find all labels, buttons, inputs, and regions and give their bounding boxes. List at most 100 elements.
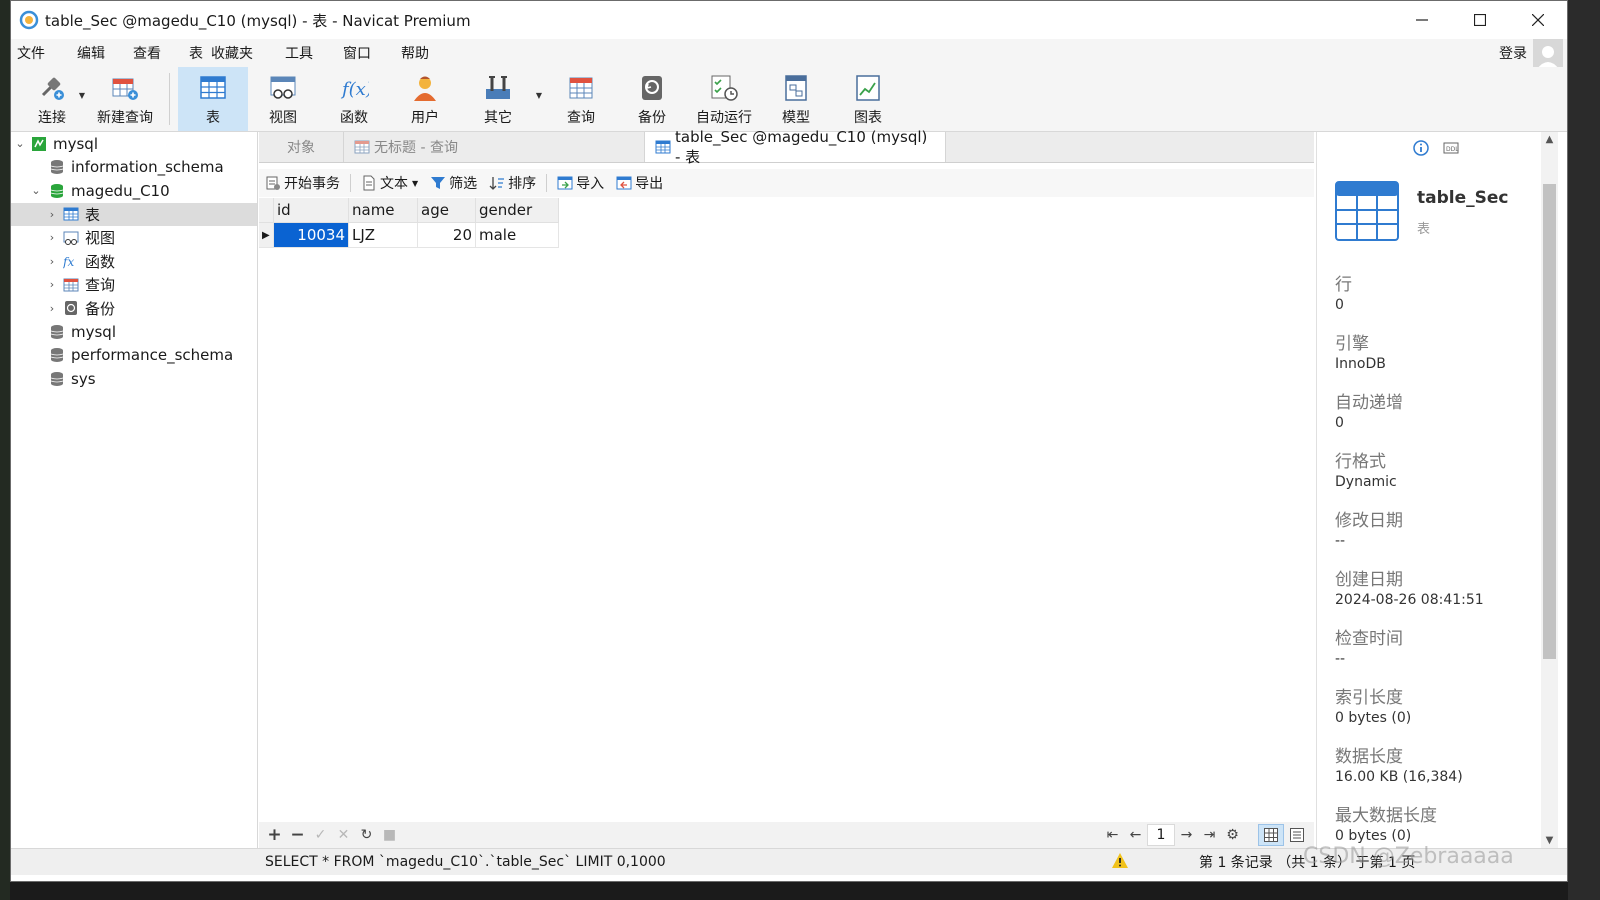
tree-item-functions[interactable]: › fx 函数 [11,250,257,274]
menu-table[interactable]: 表 [175,43,207,63]
toolbar-connection-button[interactable]: 连接 ▼ [25,67,85,131]
warning-icon[interactable] [1111,852,1129,870]
menu-edit[interactable]: 编辑 [59,43,119,63]
menu-favorites[interactable]: 收藏夹 [207,43,267,63]
chevron-right-icon[interactable]: › [45,278,59,291]
dropdown-arrow-icon[interactable]: ▼ [536,91,542,100]
info-panel-scrollbar[interactable]: ▲ ▼ [1541,132,1558,848]
backup-icon [642,76,662,100]
database-icon [50,160,64,175]
toolbar-others-button[interactable]: 其它 ▼ [460,67,542,131]
toolbar-function-button[interactable]: f(x) 函数 [318,67,390,131]
cell-id[interactable]: 10034 [273,222,349,248]
avatar[interactable] [1533,39,1563,69]
close-icon [1532,14,1544,26]
chevron-right-icon[interactable]: › [45,255,59,268]
tree-db-performance-schema[interactable]: performance_schema [11,344,257,368]
toolbar-automation-button[interactable]: 自动运行 [688,67,760,131]
apply-changes-button[interactable]: ✓ [309,827,332,843]
menu-file[interactable]: 文件 [11,43,59,63]
tree-connection-mysql[interactable]: ⌄ mysql [11,132,257,156]
tab-table-sec[interactable]: table_Sec @magedu_C10 (mysql) - 表 [645,128,946,166]
login-link[interactable]: 登录 [1499,43,1527,63]
chevron-down-icon[interactable]: ⌄ [13,137,27,150]
menu-window[interactable]: 窗口 [327,43,385,63]
toolbar-chart-button[interactable]: 图表 [832,67,904,131]
menu-view[interactable]: 查看 [119,43,175,63]
cell-gender[interactable]: male [475,222,559,248]
tree-db-magedu[interactable]: ⌄ magedu_C10 [11,179,257,203]
property-value: Dynamic [1335,474,1397,490]
tree-db-sys[interactable]: sys [11,367,257,391]
chevron-right-icon[interactable]: › [45,231,59,244]
cell-age[interactable]: 20 [417,222,476,248]
grid-view-button[interactable] [1258,824,1284,846]
tree-db-mysql[interactable]: mysql [11,320,257,344]
begin-transaction-button[interactable]: 开始事务 [259,173,346,193]
tab-objects[interactable]: 对象 [259,132,344,162]
property-label: 最大数据长度 [1335,806,1437,826]
tree-item-queries[interactable]: › 查询 [11,273,257,297]
discard-changes-button[interactable]: ✕ [332,827,355,843]
toolbar-table-button[interactable]: 表 [178,67,248,131]
column-header-id[interactable]: id [273,198,349,223]
previous-page-button[interactable]: ← [1124,827,1147,843]
form-view-button[interactable] [1284,824,1310,846]
tree-label: 函数 [85,252,116,271]
menu-tools[interactable]: 工具 [267,43,327,63]
toolbar-new-query-button[interactable]: 新建查询 [89,67,161,131]
last-page-button[interactable]: ⇥ [1198,827,1221,843]
column-header-age[interactable]: age [417,198,476,223]
stop-button[interactable]: ■ [378,827,401,843]
toolbar-view-button[interactable]: 视图 [248,67,318,131]
ddl-icon[interactable]: DDL [1443,140,1459,156]
page-number-field[interactable]: 1 [1147,824,1175,846]
next-page-button[interactable]: → [1175,827,1198,843]
toolbar-label: 表 [206,110,220,126]
dropdown-arrow-icon[interactable]: ▼ [412,179,418,188]
dropdown-arrow-icon[interactable]: ▼ [79,91,85,100]
chevron-down-icon[interactable]: ⌄ [29,184,43,197]
scroll-down-arrow-icon[interactable]: ▼ [1541,835,1558,846]
filter-button[interactable]: 筛选 [424,173,483,193]
table-row[interactable]: ▶ 10034 LJZ 20 male [259,222,559,248]
tree-db-information-schema[interactable]: information_schema [11,156,257,180]
first-page-button[interactable]: ⇤ [1101,827,1124,843]
maximize-button[interactable] [1451,1,1509,39]
menu-help[interactable]: 帮助 [385,43,443,63]
info-icon[interactable] [1413,140,1429,156]
data-grid: id name age gender ▶ 10034 LJZ 20 male [259,198,559,248]
export-button[interactable]: 导出 [610,173,669,193]
scrollbar-thumb[interactable] [1543,184,1556,659]
property-value: 16.00 KB (16,384) [1335,769,1463,785]
tab-untitled-query[interactable]: 无标题 - 查询 [344,132,645,162]
toolbar-query-button[interactable]: 查询 [546,67,616,131]
toolbar-user-button[interactable]: 用户 [390,67,460,131]
desktop-background [0,0,10,900]
sort-button[interactable]: 排序 [483,173,542,193]
delete-record-button[interactable]: − [286,825,309,845]
add-record-button[interactable]: + [263,825,286,845]
chevron-right-icon[interactable]: › [45,208,59,221]
property-value: 0 bytes (0) [1335,828,1412,844]
close-button[interactable] [1509,1,1567,39]
toolbar-backup-button[interactable]: 备份 [616,67,688,131]
tree-item-backups[interactable]: › 备份 [11,297,257,321]
import-button[interactable]: 导入 [551,173,610,193]
tree-item-tables[interactable]: › 表 [11,202,257,226]
refresh-button[interactable]: ↻ [355,827,378,843]
scroll-up-arrow-icon[interactable]: ▲ [1541,134,1558,145]
text-button[interactable]: 文本 ▼ [355,173,424,193]
svg-text:fx: fx [63,255,74,269]
toolbar-model-button[interactable]: 模型 [760,67,832,131]
table-large-icon [1335,181,1399,241]
tree-item-views[interactable]: › 视图 [11,226,257,250]
minimize-button[interactable] [1393,1,1451,39]
column-header-gender[interactable]: gender [475,198,559,223]
column-header-name[interactable]: name [348,198,418,223]
chevron-right-icon[interactable]: › [45,302,59,315]
property-value: -- [1335,533,1346,549]
gear-icon[interactable]: ⚙ [1221,827,1244,843]
automation-icon [711,75,738,101]
cell-name[interactable]: LJZ [348,222,418,248]
